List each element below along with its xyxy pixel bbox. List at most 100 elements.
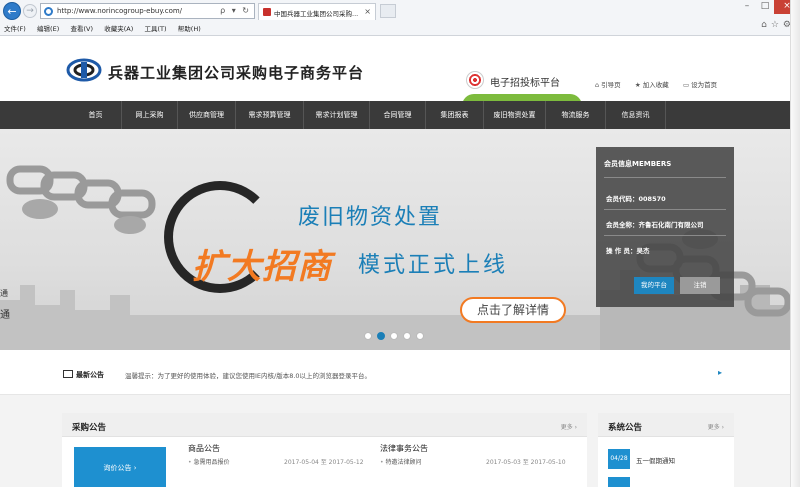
nav-supplier-management[interactable]: 供应商管理 [178, 101, 236, 129]
company-logo-icon[interactable] [66, 58, 102, 82]
my-platform-button[interactable]: 我的平台 [634, 277, 674, 294]
panel-header: 系统公告 更多 › [598, 413, 734, 437]
legal-item-date: 2017-05-03 至 2017-05-10 [486, 459, 566, 466]
favicon-icon [263, 8, 271, 16]
maximize-icon[interactable]: □ [756, 0, 774, 14]
member-code-label: 会员代码： [606, 195, 639, 203]
back-button[interactable]: ← [3, 2, 21, 20]
member-operator-label: 操 作 员： [606, 247, 637, 255]
member-divider [604, 177, 726, 178]
browser-chrome: ← → http://www.norincogroup-ebuy.com/ ρ … [0, 0, 800, 36]
logout-button[interactable]: 注销 [680, 277, 720, 294]
list-item[interactable]: • 特邀法律顾问 [380, 457, 422, 466]
menu-tools[interactable]: 工具(T) [145, 23, 167, 33]
legal-item-title: 特邀法律顾问 [385, 459, 422, 466]
notice-text[interactable]: 温馨提示：为了更好的使用体验，建议您使用IE内核/版本8.0以上的浏览器登录平台… [125, 370, 371, 380]
nav-logistics[interactable]: 物流服务 [546, 101, 606, 129]
menu-edit[interactable]: 编辑(E) [37, 23, 59, 33]
nav-contract-management[interactable]: 合同管理 [370, 101, 426, 129]
address-url[interactable]: http://www.norincogroup-ebuy.com/ [57, 7, 182, 15]
member-name-row: 会员全称：齐鲁石化南门有限公司 [606, 219, 704, 229]
procurement-more-link[interactable]: 更多 › [561, 422, 577, 431]
goods-announcement-heading[interactable]: 商品公告 [188, 443, 220, 454]
nav-home[interactable]: 首页 [70, 101, 122, 129]
notice-label: 最新公告 [76, 371, 104, 379]
system-announcements-panel: 系统公告 更多 › 04/28 五一假期通知 [598, 413, 734, 487]
page-scrollbar[interactable] [790, 0, 800, 487]
menu-favorites[interactable]: 收藏夹(A) [104, 23, 133, 33]
member-info-panel: 会员信息MEMBERS 会员代码：008570 会员全称：齐鲁石化南门有限公司 … [596, 147, 734, 307]
hero-left-text-bottom: 通 [0, 310, 10, 321]
carousel-dot-1[interactable] [364, 332, 372, 340]
member-operator-row: 操 作 员：吴杰 [606, 245, 650, 255]
address-bar[interactable]: http://www.norincogroup-ebuy.com/ ρ ▾ ↻ [40, 3, 255, 19]
member-code-row: 会员代码：008570 [606, 193, 666, 203]
nav-news[interactable]: 信息资讯 [606, 101, 666, 129]
hero-left-text-top: 通 [0, 289, 8, 298]
member-code-value: 008570 [638, 195, 666, 203]
member-name-label: 会员全称： [606, 221, 639, 229]
carousel-dot-2[interactable] [377, 332, 385, 340]
list-item[interactable]: • 急需用品报价 [188, 457, 230, 466]
site-title[interactable]: 兵器工业集团公司采购电子商务平台 [108, 62, 364, 83]
main-nav: 首页 网上采购 供应商管理 需求预算管理 需求计划管理 合同管理 集团报表 废旧… [0, 101, 800, 129]
system-item-date-badge: 04/28 [608, 449, 630, 469]
tab-close-icon[interactable]: × [364, 7, 371, 16]
bid-platform-label: 电子招投标平台 [490, 78, 560, 89]
goods-item-date: 2017-05-04 至 2017-05-12 [284, 459, 364, 466]
member-divider [604, 235, 726, 236]
nav-budget-management[interactable]: 需求预算管理 [236, 101, 304, 129]
browser-tab[interactable]: 中国兵器工业集团公司采购... × [258, 3, 376, 20]
minimize-icon[interactable]: – [738, 0, 756, 14]
arrow-left-icon: ← [7, 5, 17, 18]
star-icon: ★ [634, 81, 641, 89]
home-toolbar-icon[interactable]: ⌂ [761, 20, 771, 30]
home-icon: ⌂ [595, 81, 600, 89]
system-item-date-badge-2 [608, 477, 630, 487]
carousel-dot-4[interactable] [403, 332, 411, 340]
address-tools-icons[interactable]: ρ ▾ ↻ [220, 6, 251, 15]
nav-demand-plan-management[interactable]: 需求计划管理 [304, 101, 370, 129]
carousel-dot-3[interactable] [390, 332, 398, 340]
target-icon [466, 71, 484, 89]
system-more-link[interactable]: 更多 › [708, 422, 724, 431]
guide-page-label: 引导页 [601, 81, 621, 89]
hero-subheadline: 模式正式上线 [358, 253, 509, 278]
header-links: ⌂ 引导页 ★ 加入收藏 ▭ 设为首页 [595, 79, 729, 89]
member-divider [604, 209, 726, 210]
new-tab-button[interactable] [380, 4, 396, 18]
member-panel-title: 会员信息MEMBERS [604, 160, 672, 168]
monitor-icon: ▭ [682, 81, 690, 89]
legal-announcement-heading[interactable]: 法律事务公告 [380, 443, 428, 454]
hero-highlight: 扩大招商 [192, 247, 332, 287]
announcement-icon [63, 370, 73, 378]
tab-title: 中国兵器工业集团公司采购... [274, 10, 359, 18]
guide-page-link[interactable]: ⌂ 引导页 [595, 79, 621, 89]
menu-bar: 文件(F) 编辑(E) 查看(V) 收藏夹(A) 工具(T) 帮助(H) [4, 23, 210, 35]
hero-details-button[interactable]: 点击了解详情 [460, 297, 566, 323]
set-homepage-link[interactable]: ▭ 设为首页 [683, 79, 717, 89]
nav-group-reports[interactable]: 集团报表 [426, 101, 484, 129]
menu-file[interactable]: 文件(F) [4, 23, 26, 33]
content-area: 采购公告 更多 › 询价公告 › 商品公告 • 急需用品报价 2017-05-04… [0, 395, 800, 487]
arrow-right-icon: → [26, 6, 34, 16]
inquiry-announcement-tile[interactable]: 询价公告 › [74, 447, 166, 487]
system-panel-title: 系统公告 [608, 423, 643, 433]
bullet-icon: • [188, 459, 192, 466]
panel-header: 采购公告 更多 › [62, 413, 587, 437]
site-header: 兵器工业集团公司采购电子商务平台 电子招投标平台 ⌂ 引导页 ★ 加入收藏 ▭ 设为首… [0, 36, 800, 106]
hero-headline: 废旧物资处置 [298, 205, 443, 230]
bullet-icon: • [380, 459, 384, 466]
nav-online-purchase[interactable]: 网上采购 [122, 101, 178, 129]
forward-button[interactable]: → [23, 4, 37, 18]
set-homepage-label: 设为首页 [691, 81, 718, 89]
system-item-title[interactable]: 五一假期通知 [636, 455, 675, 465]
nav-scrap-disposal[interactable]: 废旧物资处置 [484, 101, 546, 129]
notice-next-icon[interactable]: ▸ [718, 368, 722, 377]
favorites-toolbar-icon[interactable]: ☆ [771, 20, 783, 30]
carousel-dots [364, 332, 429, 342]
add-favorite-link[interactable]: ★ 加入收藏 [635, 79, 669, 89]
menu-help[interactable]: 帮助(H) [178, 23, 201, 33]
carousel-dot-5[interactable] [416, 332, 424, 340]
menu-view[interactable]: 查看(V) [70, 23, 93, 33]
